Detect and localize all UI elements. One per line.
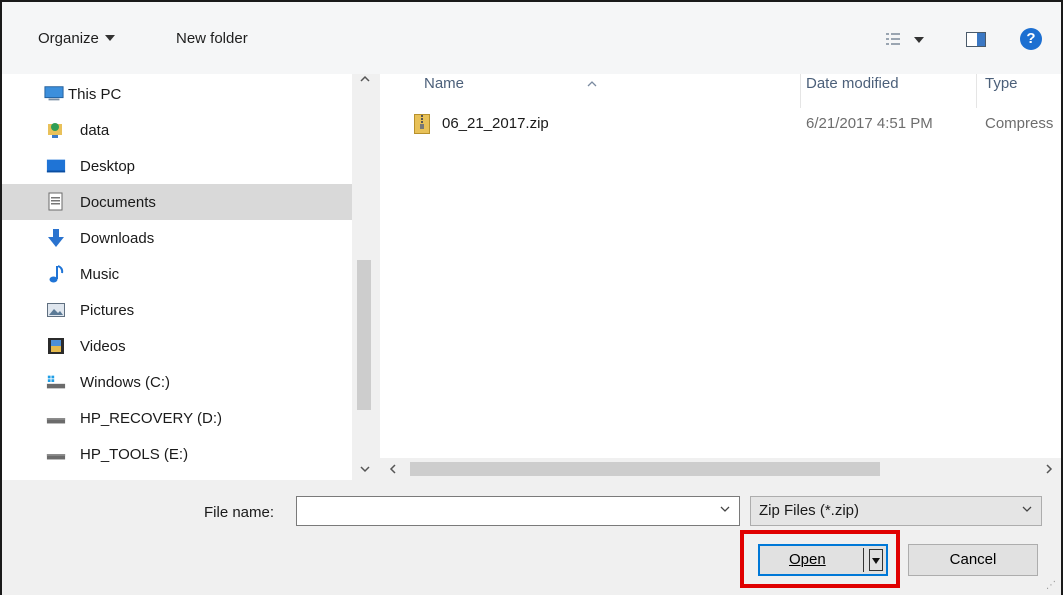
nav-item-label: Pictures <box>80 301 135 319</box>
nav-item-this-pc[interactable]: This PC <box>2 76 352 112</box>
nav-item-data[interactable]: data <box>2 112 352 148</box>
scroll-down-icon[interactable] <box>358 462 372 476</box>
column-divider[interactable] <box>800 74 801 108</box>
nav-item-windows-c[interactable]: Windows (C:) <box>2 364 352 400</box>
file-list-hscrollbar[interactable] <box>380 458 1061 480</box>
organize-label: Organize <box>38 30 99 47</box>
nav-item-label: HP_TOOLS (E:) <box>80 445 189 463</box>
navigation-pane: This PC data Desktop Documents Downloads… <box>2 74 352 464</box>
nav-item-downloads[interactable]: Downloads <box>2 220 352 256</box>
nav-item-label: Videos <box>80 337 126 355</box>
nav-item-hp-tools-e[interactable]: HP_TOOLS (E:) <box>2 436 352 472</box>
column-header-name[interactable]: Name <box>424 74 464 104</box>
nav-item-label: Music <box>80 265 120 283</box>
nav-scrollbar[interactable] <box>352 74 380 480</box>
open-options-dropdown[interactable] <box>869 549 883 571</box>
nav-item-music[interactable]: Music <box>2 256 352 292</box>
drive-icon <box>46 444 66 464</box>
file-name-label: File name: <box>204 504 274 521</box>
windows-drive-icon <box>46 372 66 392</box>
nav-item-label: Windows (C:) <box>80 373 171 391</box>
nav-item-label: Desktop <box>80 157 136 175</box>
nav-item-desktop[interactable]: Desktop <box>2 148 352 184</box>
pictures-folder-icon <box>46 300 66 320</box>
computer-icon <box>44 84 64 104</box>
cancel-button[interactable]: Cancel <box>908 544 1038 576</box>
network-user-folder-icon <box>46 120 66 140</box>
drive-icon <box>46 408 66 428</box>
file-type: Compress <box>985 115 1054 132</box>
open-button-label: Open <box>789 551 826 568</box>
file-list: Name Date modified Type 06_21_2017.zip 6… <box>380 74 1061 458</box>
file-type-filter[interactable]: Zip Files (*.zip) <box>750 496 1042 526</box>
hscroll-thumb[interactable] <box>410 462 880 476</box>
chevron-down-icon <box>1021 503 1033 518</box>
preview-pane-button[interactable] <box>964 28 988 50</box>
split-divider <box>863 548 864 572</box>
download-arrow-icon <box>46 228 66 248</box>
file-date-modified: 6/21/2017 4:51 PM <box>806 115 933 132</box>
nav-item-documents[interactable]: Documents <box>2 184 352 220</box>
view-details-icon <box>886 33 924 45</box>
nav-item-hp-recovery-d[interactable]: HP_RECOVERY (D:) <box>2 400 352 436</box>
nav-item-label: Downloads <box>80 229 155 247</box>
preview-pane-icon <box>966 32 986 47</box>
chevron-down-icon <box>104 35 115 42</box>
file-name-field[interactable] <box>296 496 740 526</box>
chevron-down-icon <box>872 558 880 564</box>
organize-button[interactable]: Organize <box>38 28 115 50</box>
nav-item-label: HP_RECOVERY (D:) <box>80 409 222 427</box>
nav-item-label: data <box>80 121 110 139</box>
nav-item-label: This PC <box>68 85 122 103</box>
file-name: 06_21_2017.zip <box>442 115 549 132</box>
help-icon[interactable]: ? <box>1020 28 1042 50</box>
column-header-date-modified[interactable]: Date modified <box>806 74 899 104</box>
open-button[interactable]: Open <box>758 544 888 576</box>
change-view-button[interactable] <box>882 28 934 50</box>
nav-item-pictures[interactable]: Pictures <box>2 292 352 328</box>
desktop-folder-icon <box>46 156 66 176</box>
new-folder-button[interactable]: New folder <box>176 28 248 50</box>
file-row[interactable]: 06_21_2017.zip 6/21/2017 4:51 PM Compres… <box>380 112 1061 140</box>
chevron-down-icon[interactable] <box>719 503 731 518</box>
nav-item-videos[interactable]: Videos <box>2 328 352 364</box>
file-name-label-text: File name: <box>204 504 275 521</box>
zip-file-icon <box>414 114 430 134</box>
scroll-up-icon[interactable] <box>358 72 372 86</box>
column-divider[interactable] <box>976 74 977 108</box>
nav-scroll-thumb[interactable] <box>357 260 371 410</box>
column-header-type[interactable]: Type <box>985 74 1018 104</box>
resize-grip-icon[interactable]: ⋰ <box>1046 580 1056 591</box>
nav-item-label: Documents <box>80 193 156 211</box>
scroll-left-icon[interactable] <box>386 462 400 476</box>
music-note-icon <box>46 264 66 284</box>
toolbar: Organize New folder ? <box>2 2 1061 74</box>
file-type-filter-value: Zip Files (*.zip) <box>759 502 860 519</box>
scroll-right-icon[interactable] <box>1042 462 1056 476</box>
documents-folder-icon <box>46 192 66 212</box>
videos-folder-icon <box>46 336 66 356</box>
